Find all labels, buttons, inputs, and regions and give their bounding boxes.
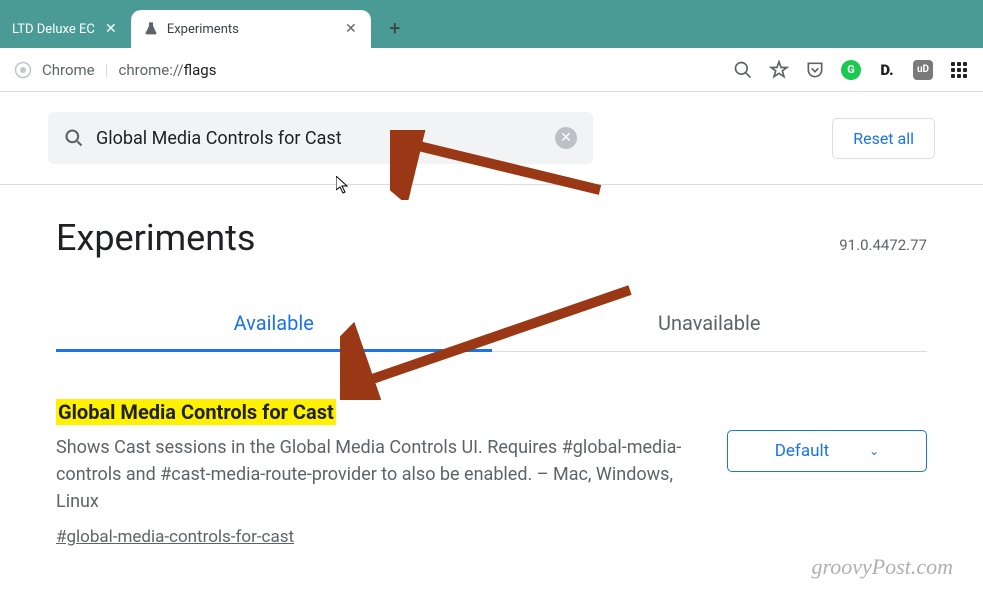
flag-item: Global Media Controls for Cast Shows Cas… [56,400,927,547]
url-display[interactable]: chrome://flags [119,60,217,79]
page-content: ✕ Reset all Experiments 91.0.4472.77 Ava… [0,92,983,547]
extension-d-icon[interactable]: D. [877,60,897,80]
tab-unavailable[interactable]: Unavailable [492,297,928,351]
tab-title: Experiments [167,22,335,37]
reset-all-button[interactable]: Reset all [832,118,935,159]
chevron-down-icon: ⌄ [869,444,879,458]
chrome-icon [14,61,32,79]
flag-state-dropdown[interactable]: Default ⌄ [727,430,927,472]
address-bar: Chrome | chrome://flags G D. uD [0,48,983,92]
page-title: Experiments [56,217,255,259]
search-input[interactable] [96,128,543,149]
browser-tab-inactive[interactable]: LTD Deluxe EC ✕ [0,10,131,48]
chrome-label: Chrome [42,61,95,79]
divider [0,184,983,185]
pocket-icon[interactable] [805,60,825,80]
flag-id-link[interactable]: #global-media-controls-for-cast [56,527,294,547]
zoom-icon[interactable] [733,60,753,80]
search-box: ✕ [48,112,593,164]
flag-title: Global Media Controls for Cast [56,399,336,425]
close-icon[interactable]: ✕ [103,21,119,37]
menu-grid-icon[interactable] [949,60,969,80]
flag-description: Shows Cast sessions in the Global Media … [56,434,697,515]
browser-tab-strip: LTD Deluxe EC ✕ Experiments ✕ + [0,0,983,48]
star-icon[interactable] [769,60,789,80]
flask-icon [143,21,159,37]
dropdown-value: Default [775,441,829,461]
version-label: 91.0.4472.77 [839,236,927,254]
clear-search-icon[interactable]: ✕ [555,127,577,149]
toolbar-actions: G D. uD [733,60,969,80]
grammarly-icon[interactable]: G [841,60,861,80]
content-tabs: Available Unavailable [56,297,927,352]
ublock-icon[interactable]: uD [913,60,933,80]
close-icon[interactable]: ✕ [343,21,359,37]
browser-tab-active[interactable]: Experiments ✕ [131,10,371,48]
new-tab-button[interactable]: + [379,12,411,44]
url-divider: | [105,60,109,79]
tab-available[interactable]: Available [56,297,492,352]
watermark: groovyPost.com [811,554,953,580]
search-icon [64,128,84,148]
tab-title: LTD Deluxe EC [12,22,95,37]
